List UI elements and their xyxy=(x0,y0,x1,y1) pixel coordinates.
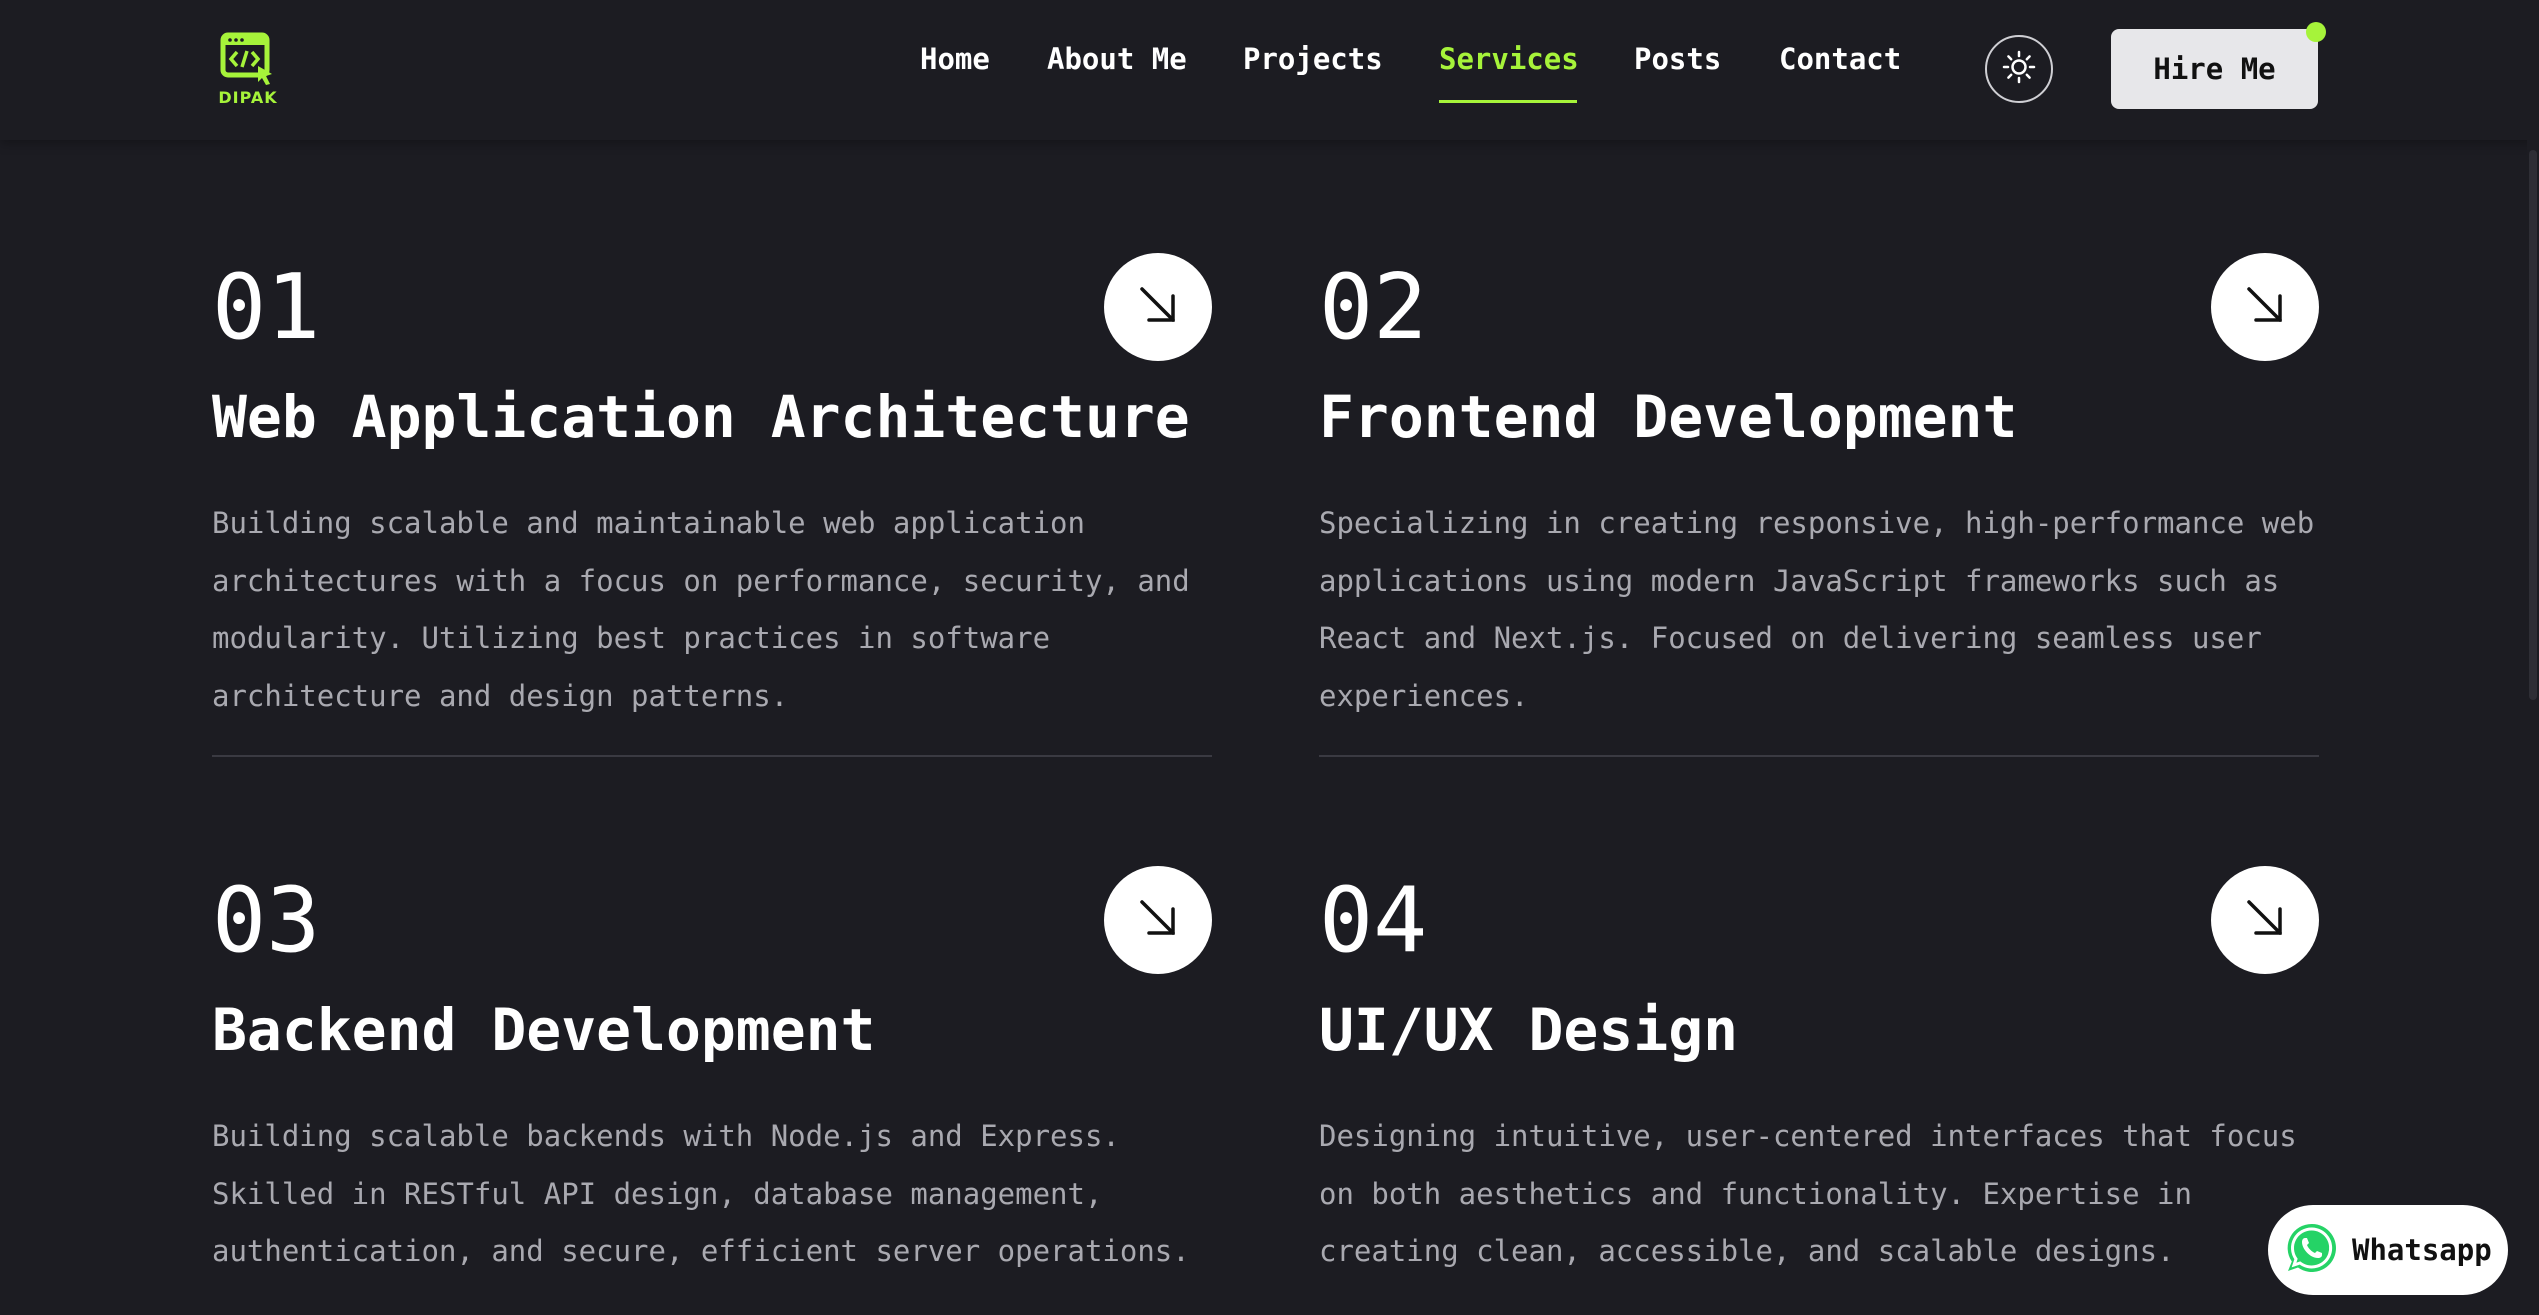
service-link-button[interactable] xyxy=(1104,866,1212,974)
nav-services[interactable]: Services xyxy=(1439,42,1579,76)
divider xyxy=(212,755,1212,757)
site-header: DIPAK Home About Me Projects Services Po… xyxy=(0,0,2539,140)
service-card: 04 UI/UX Design Designing intuitive, use… xyxy=(1319,866,2319,1315)
whatsapp-button[interactable]: Whatsapp xyxy=(2268,1205,2508,1295)
whatsapp-label: Whatsapp xyxy=(2352,1233,2492,1267)
scrollbar[interactable] xyxy=(2527,0,2539,1315)
nav-posts[interactable]: Posts xyxy=(1634,42,1721,76)
arrow-down-right-icon xyxy=(1133,280,1183,334)
active-nav-indicator xyxy=(1439,100,1577,103)
service-title: Frontend Development xyxy=(1319,383,2018,451)
service-description: Specializing in creating responsive, hig… xyxy=(1319,506,2315,713)
arrow-down-right-icon xyxy=(2240,280,2290,334)
nav-home[interactable]: Home xyxy=(920,42,990,76)
service-card: 01 Web Application Architecture Building… xyxy=(212,253,1212,758)
code-window-icon xyxy=(220,32,276,86)
logo[interactable]: DIPAK xyxy=(218,32,278,107)
arrow-down-right-icon xyxy=(2240,893,2290,947)
nav-about-me[interactable]: About Me xyxy=(1047,42,1187,76)
logo-text: DIPAK xyxy=(218,88,278,107)
hire-me-button[interactable]: Hire Me xyxy=(2111,29,2318,109)
scrollbar-thumb[interactable] xyxy=(2529,150,2537,700)
service-description: Building scalable and maintainable web a… xyxy=(212,506,1190,713)
nav-contact[interactable]: Contact xyxy=(1779,42,1901,76)
theme-toggle-button[interactable] xyxy=(1985,35,2053,103)
service-card: 03 Backend Development Building scalable… xyxy=(212,866,1212,1315)
service-number: 02 xyxy=(1319,255,1428,360)
service-card: 02 Frontend Development Specializing in … xyxy=(1319,253,2319,758)
service-description: Designing intuitive, user-centered inter… xyxy=(1319,1119,2297,1268)
nav-projects[interactable]: Projects xyxy=(1243,42,1383,76)
divider xyxy=(1319,755,2319,757)
sun-icon xyxy=(2002,50,2036,88)
status-dot xyxy=(2306,22,2326,42)
service-title: Web Application Architecture xyxy=(212,383,1190,451)
service-link-button[interactable] xyxy=(1104,253,1212,361)
service-title: UI/UX Design xyxy=(1319,996,1739,1064)
service-title: Backend Development xyxy=(212,996,876,1064)
service-number: 01 xyxy=(212,255,321,360)
whatsapp-icon xyxy=(2282,1218,2342,1282)
service-description: Building scalable backends with Node.js … xyxy=(212,1119,1190,1268)
service-number: 03 xyxy=(212,868,321,973)
service-number: 04 xyxy=(1319,868,1428,973)
service-link-button[interactable] xyxy=(2211,866,2319,974)
arrow-down-right-icon xyxy=(1133,893,1183,947)
service-link-button[interactable] xyxy=(2211,253,2319,361)
